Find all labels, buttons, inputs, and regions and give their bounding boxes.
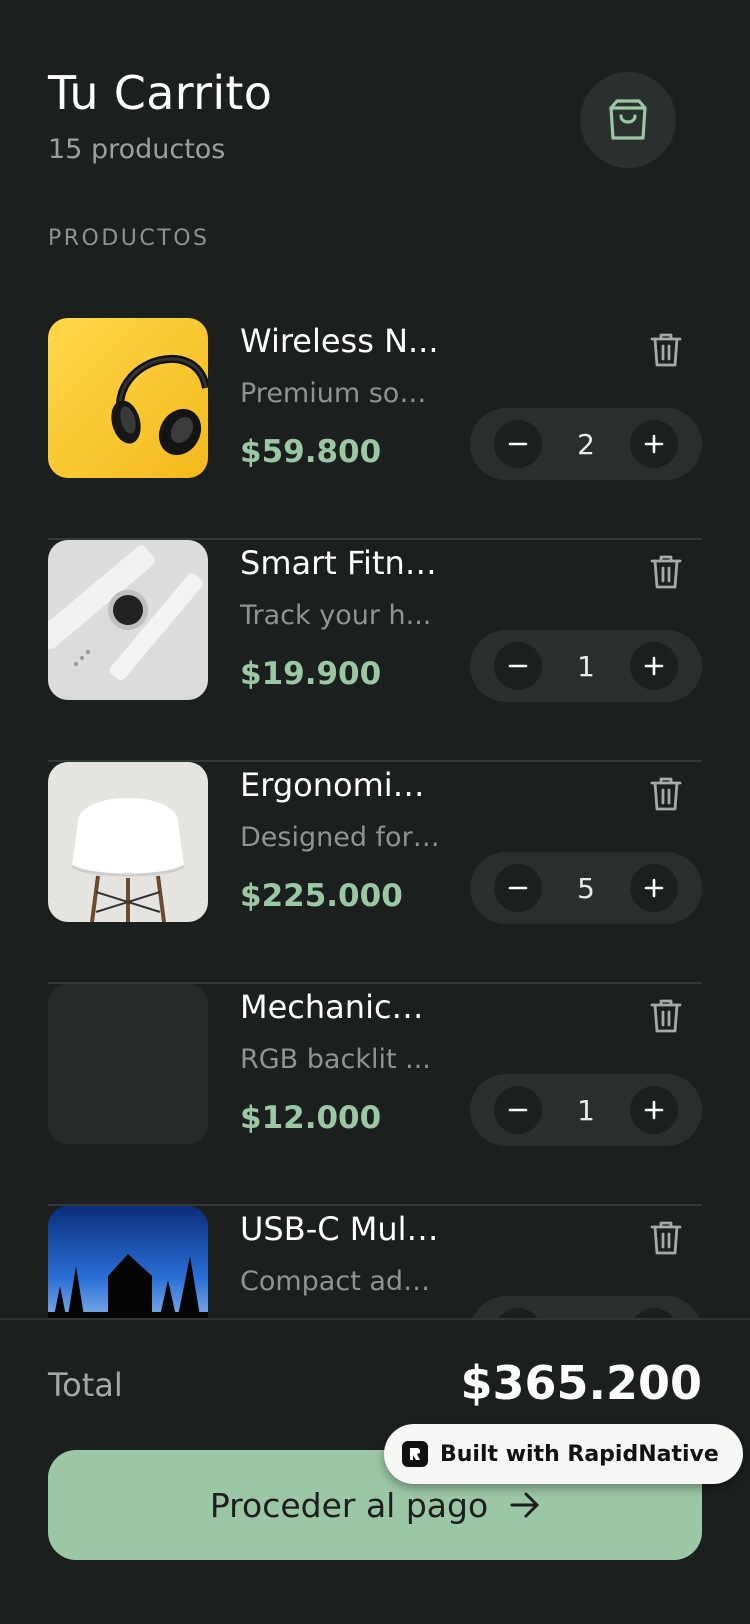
increase-button[interactable]	[630, 864, 678, 912]
product-name: Mechanical...	[240, 988, 440, 1026]
product-image	[48, 540, 208, 700]
delete-button[interactable]	[646, 996, 686, 1036]
quantity-stepper: 1	[470, 630, 702, 702]
product-description: Premium sou...	[240, 378, 440, 409]
product-name: USB-C Mult...	[240, 1210, 440, 1248]
badge-text: Built with RapidNative	[440, 1441, 719, 1467]
trash-icon	[650, 555, 682, 589]
increase-button[interactable]	[630, 1308, 678, 1318]
trash-icon	[650, 999, 682, 1033]
cart-item: Mechanical... RGB backlit ... $12.000 1	[48, 984, 702, 1206]
built-with-badge[interactable]: Built with RapidNative	[384, 1424, 743, 1484]
quantity-stepper	[470, 1296, 702, 1318]
delete-button[interactable]	[646, 330, 686, 370]
cart-item: Smart Fitne... Track your h... $19.900 1	[48, 540, 702, 762]
product-description: Designed for ...	[240, 822, 440, 853]
total-label: Total	[48, 1366, 123, 1404]
trash-icon	[650, 777, 682, 811]
increase-button[interactable]	[630, 420, 678, 468]
quantity-value: 1	[577, 649, 595, 683]
delete-button[interactable]	[646, 1218, 686, 1258]
product-price: $12.000	[240, 1100, 382, 1136]
product-description: Track your h...	[240, 600, 432, 631]
minus-icon	[508, 1108, 528, 1112]
quantity-stepper: 5	[470, 852, 702, 924]
plus-icon	[644, 434, 664, 454]
minus-icon	[508, 664, 528, 668]
arrow-right-icon	[510, 1492, 539, 1518]
increase-button[interactable]	[630, 642, 678, 690]
delete-button[interactable]	[646, 774, 686, 814]
decrease-button[interactable]	[494, 1308, 542, 1318]
quantity-value: 5	[577, 871, 595, 905]
product-name: Wireless N...	[240, 322, 439, 360]
plus-icon	[644, 878, 664, 898]
cart-item: Wireless N... Premium sou... $59.800 2	[48, 318, 702, 540]
minus-icon	[508, 442, 528, 446]
quantity-value: 1	[577, 1093, 595, 1127]
plus-icon	[644, 1100, 664, 1120]
cart-list[interactable]: Wireless N... Premium sou... $59.800 2 S…	[48, 318, 702, 1318]
product-image	[48, 1206, 208, 1318]
product-description: RGB backlit ...	[240, 1044, 431, 1075]
product-image	[48, 318, 208, 478]
decrease-button[interactable]	[494, 864, 542, 912]
cart-button[interactable]	[580, 72, 676, 168]
product-price: $19.900	[240, 656, 382, 692]
cart-item: Ergonomic ... Designed for ... $225.000 …	[48, 762, 702, 984]
checkout-label: Proceder al pago	[209, 1485, 489, 1525]
decrease-button[interactable]	[494, 642, 542, 690]
trash-icon	[650, 1221, 682, 1255]
page-title: Tu Carrito	[48, 66, 273, 120]
quantity-stepper: 1	[470, 1074, 702, 1146]
product-price: $59.800	[240, 434, 382, 470]
rapidnative-logo-icon	[402, 1441, 428, 1467]
product-image	[48, 762, 208, 922]
total-value: $365.200	[460, 1356, 702, 1410]
decrease-button[interactable]	[494, 420, 542, 468]
plus-icon	[644, 656, 664, 676]
item-count: 15 productos	[48, 134, 226, 165]
product-name: Smart Fitne...	[240, 544, 440, 582]
product-price: $225.000	[240, 878, 403, 914]
minus-icon	[508, 886, 528, 890]
cart-screen: Tu Carrito 15 productos PRODUCTOS Wirele…	[0, 0, 750, 1624]
section-label: PRODUCTOS	[48, 226, 210, 251]
decrease-button[interactable]	[494, 1086, 542, 1134]
delete-button[interactable]	[646, 552, 686, 592]
quantity-value: 2	[577, 427, 595, 461]
cart-item: USB-C Mult... Compact ada...	[48, 1206, 702, 1318]
shopping-bag-icon	[609, 99, 647, 140]
product-name: Ergonomic ...	[240, 766, 440, 804]
product-image-placeholder	[48, 984, 208, 1144]
trash-icon	[650, 333, 682, 367]
increase-button[interactable]	[630, 1086, 678, 1134]
product-description: Compact ada...	[240, 1266, 440, 1297]
quantity-stepper: 2	[470, 408, 702, 480]
header: Tu Carrito 15 productos	[48, 66, 272, 165]
